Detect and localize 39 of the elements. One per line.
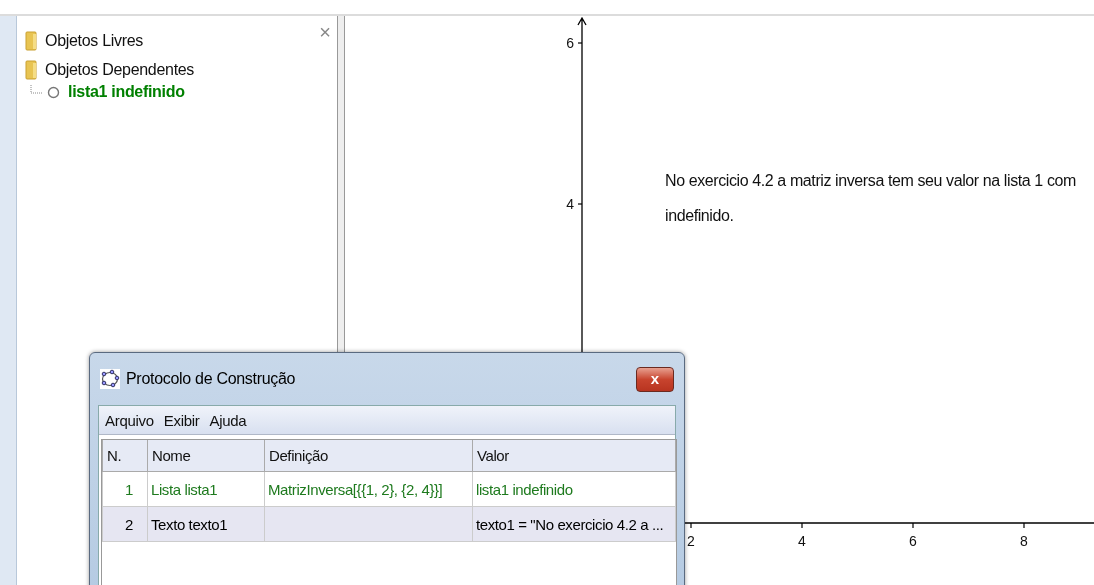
folder-label[interactable]: Objetos Dependentes — [45, 60, 195, 79]
tick-label: 6 — [909, 533, 917, 549]
tick-label: 4 — [566, 196, 574, 212]
tick-mark — [801, 522, 803, 529]
app-icon — [100, 369, 120, 389]
tick-mark — [1023, 522, 1025, 529]
tick-mark — [577, 203, 583, 205]
close-button[interactable]: × — [319, 22, 331, 42]
folder-icon — [25, 59, 37, 80]
window-title: Protocolo de Construção — [126, 370, 297, 388]
folder-icon — [25, 30, 37, 51]
menu-item[interactable]: Exibir — [163, 411, 200, 429]
tick-label: 6 — [566, 35, 574, 51]
table-row[interactable]: 1 Lista lista1 MatrizInversa[{{1, 2}, {2, 4}}] lista1 indefinido — [102, 471, 676, 507]
menu-item[interactable]: Ajuda — [209, 411, 247, 429]
tick-mark — [690, 522, 692, 529]
tick-mark — [577, 42, 583, 44]
table-cell: 2 — [125, 515, 133, 533]
table-cell: MatrizInversa[{{1, 2}, {2, 4}}] — [268, 480, 443, 498]
visibility-toggle[interactable] — [47, 85, 60, 99]
tick-label: 4 — [798, 533, 806, 549]
column-header[interactable]: Nome — [147, 440, 265, 472]
object-label[interactable]: lista1 indefinido — [68, 83, 185, 101]
tick-mark — [912, 522, 914, 529]
close-button[interactable]: x — [636, 366, 674, 392]
graphics-text: No exercicio 4.2 a matriz inversa tem seu valor na lista 1 com indefinido. — [665, 171, 1076, 226]
column-header[interactable]: Valor — [472, 440, 676, 472]
table-cell: 1 — [125, 480, 133, 498]
column-header[interactable]: N. — [102, 440, 148, 472]
tick-label: 2 — [687, 533, 695, 549]
table-cell: Lista lista1 — [151, 480, 218, 498]
folder-label[interactable]: Objetos Livres — [45, 31, 144, 50]
table-cell: Texto texto1 — [151, 515, 228, 533]
table-row[interactable]: 2 Texto texto1 texto1 = "No exercicio 4.2 a ... — [102, 506, 676, 542]
tick-label: 8 — [1020, 533, 1028, 549]
column-header[interactable]: Definição — [264, 440, 473, 472]
menu-item[interactable]: Arquivo — [105, 411, 154, 429]
table-cell: lista1 indefinido — [476, 480, 573, 498]
table-cell: texto1 = "No exercicio 4.2 a ... — [476, 515, 664, 533]
